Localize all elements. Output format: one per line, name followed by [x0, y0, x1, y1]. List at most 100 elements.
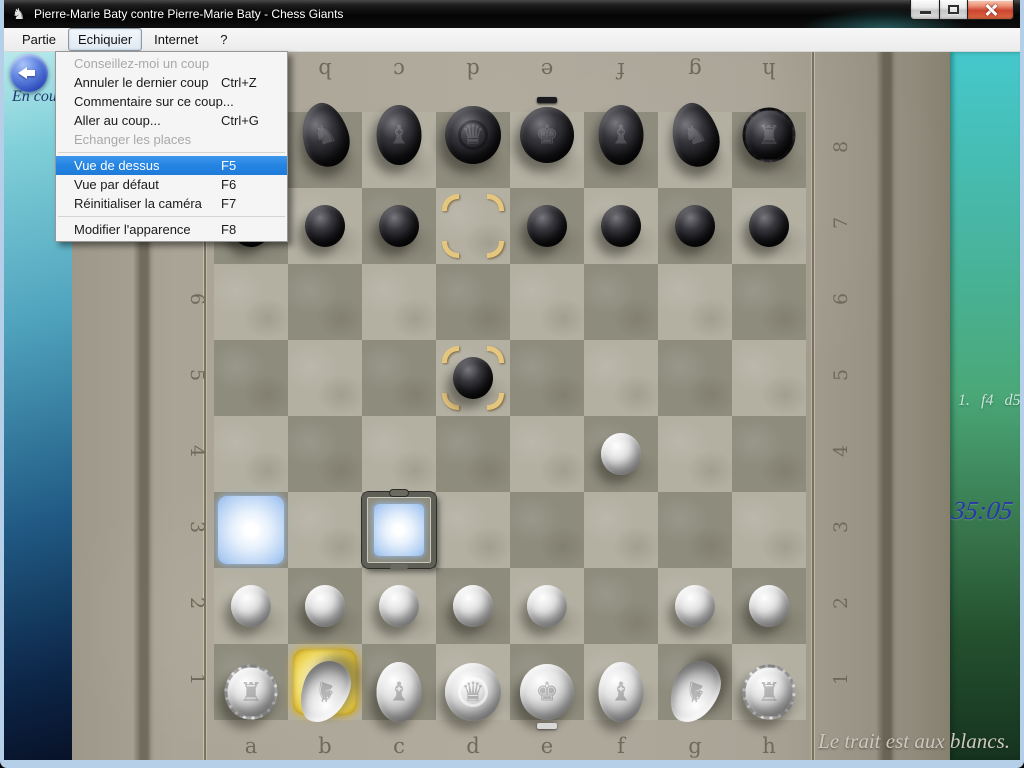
square-e6[interactable] — [510, 264, 584, 340]
menu-item-label: Vue par défaut — [74, 177, 159, 192]
menu-item[interactable]: Vue par défautF6 — [56, 175, 287, 194]
piece-white-bishop-f1[interactable] — [599, 662, 644, 722]
piece-white-queen-d1[interactable] — [445, 663, 501, 721]
highlight-move-target-framed-c3[interactable] — [362, 492, 436, 568]
menubar-item-internet[interactable]: Internet — [144, 28, 208, 51]
marker-corner-tl — [442, 194, 459, 211]
board-grid — [214, 112, 806, 720]
menu-item[interactable]: Modifier l'apparenceF8 — [56, 220, 287, 239]
square-f5[interactable] — [584, 340, 658, 416]
menu-item[interactable]: Vue de dessusF5 — [56, 156, 287, 175]
menubar-item-partie[interactable]: Partie — [12, 28, 66, 51]
coord-label-g: g — [658, 734, 732, 758]
coord-label-4: 4 — [186, 440, 208, 462]
piece-black-pawn-b7[interactable] — [305, 205, 345, 247]
square-g4[interactable] — [658, 416, 732, 492]
piece-black-pawn-f7[interactable] — [601, 205, 641, 247]
coord-label-2: 2 — [830, 592, 852, 614]
piece-black-pawn-d5[interactable] — [453, 357, 493, 399]
coord-label-4: 4 — [830, 440, 852, 462]
piece-black-bishop-f8[interactable] — [599, 105, 644, 165]
menu-item-label: Conseillez-moi un coup — [74, 56, 209, 71]
square-g3[interactable] — [658, 492, 732, 568]
square-b4[interactable] — [288, 416, 362, 492]
square-b5[interactable] — [288, 340, 362, 416]
coord-label-g: g — [658, 58, 732, 82]
piece-white-king-e1[interactable] — [520, 664, 574, 720]
piece-white-pawn-g2[interactable] — [675, 585, 715, 627]
square-b3[interactable] — [288, 492, 362, 568]
square-d6[interactable] — [436, 264, 510, 340]
square-c6[interactable] — [362, 264, 436, 340]
minimize-button[interactable] — [910, 0, 940, 20]
coord-label-6: 6 — [830, 288, 852, 310]
piece-white-rook-a1[interactable] — [225, 665, 278, 720]
menu-item-shortcut: Ctrl+G — [221, 111, 259, 130]
coord-label-a: a — [214, 734, 288, 758]
square-h6[interactable] — [732, 264, 806, 340]
piece-white-pawn-c2[interactable] — [379, 585, 419, 627]
square-f3[interactable] — [584, 492, 658, 568]
piece-black-king-e8[interactable] — [520, 107, 574, 163]
menu-item[interactable]: Annuler le dernier coupCtrl+Z — [56, 73, 287, 92]
highlight-move-target-a3[interactable] — [214, 492, 288, 568]
square-c4[interactable] — [362, 416, 436, 492]
piece-white-pawn-e2[interactable] — [527, 585, 567, 627]
coord-label-b: b — [288, 58, 362, 82]
close-button[interactable] — [968, 0, 1014, 20]
menu-item-label: Annuler le dernier coup — [74, 75, 208, 90]
coord-label-c: c — [362, 734, 436, 758]
square-a4[interactable] — [214, 416, 288, 492]
piece-white-pawn-f4[interactable] — [601, 433, 641, 475]
maximize-button[interactable] — [940, 0, 968, 20]
piece-black-pawn-h7[interactable] — [749, 205, 789, 247]
menu-item-shortcut: F8 — [221, 220, 236, 239]
piece-black-pawn-g7[interactable] — [675, 205, 715, 247]
square-e3[interactable] — [510, 492, 584, 568]
menu-item-label: Echanger les places — [74, 132, 191, 147]
window-controls — [910, 0, 1014, 20]
piece-white-bishop-c1[interactable] — [377, 662, 422, 722]
piece-black-pawn-e7[interactable] — [527, 205, 567, 247]
piece-white-rook-h1[interactable] — [743, 665, 796, 720]
square-b6[interactable] — [288, 264, 362, 340]
piece-black-bishop-c8[interactable] — [377, 105, 422, 165]
coord-label-e: e — [510, 58, 584, 82]
piece-white-pawn-a2[interactable] — [231, 585, 271, 627]
square-a5[interactable] — [214, 340, 288, 416]
square-g5[interactable] — [658, 340, 732, 416]
marker-corner-tr — [487, 346, 504, 363]
menubar-item-aide[interactable]: ? — [210, 28, 237, 51]
square-c5[interactable] — [362, 340, 436, 416]
piece-white-pawn-b2[interactable] — [305, 585, 345, 627]
square-e5[interactable] — [510, 340, 584, 416]
square-d3[interactable] — [436, 492, 510, 568]
coord-label-d: d — [436, 58, 510, 82]
square-a6[interactable] — [214, 264, 288, 340]
square-g6[interactable] — [658, 264, 732, 340]
piece-white-pawn-h2[interactable] — [749, 585, 789, 627]
coord-label-1: 1 — [186, 668, 208, 690]
square-h4[interactable] — [732, 416, 806, 492]
menu-item[interactable]: Commentaire sur ce coup... — [56, 92, 287, 111]
menu-item[interactable]: Aller au coup... Ctrl+G — [56, 111, 287, 130]
square-h3[interactable] — [732, 492, 806, 568]
menu-item-label: Vue de dessus — [74, 158, 160, 173]
back-button[interactable] — [10, 54, 48, 92]
menu-item-label: Réinitialiser la caméra — [74, 196, 202, 211]
piece-black-pawn-c7[interactable] — [379, 205, 419, 247]
square-e4[interactable] — [510, 416, 584, 492]
square-h5[interactable] — [732, 340, 806, 416]
square-f2[interactable] — [584, 568, 658, 644]
square-d4[interactable] — [436, 416, 510, 492]
menubar-item-echiquier[interactable]: Echiquier — [68, 28, 142, 51]
move-history: 1. f4 d5 — [958, 392, 1020, 410]
square-f6[interactable] — [584, 264, 658, 340]
piece-black-rook-h8[interactable] — [743, 108, 796, 163]
piece-black-queen-d8[interactable] — [445, 106, 501, 164]
piece-white-pawn-d2[interactable] — [453, 585, 493, 627]
marker-corner-br — [487, 241, 504, 258]
maximize-icon — [948, 5, 959, 14]
menu-item-label: Aller au coup... — [74, 113, 161, 128]
menu-item[interactable]: Réinitialiser la caméraF7 — [56, 194, 287, 213]
